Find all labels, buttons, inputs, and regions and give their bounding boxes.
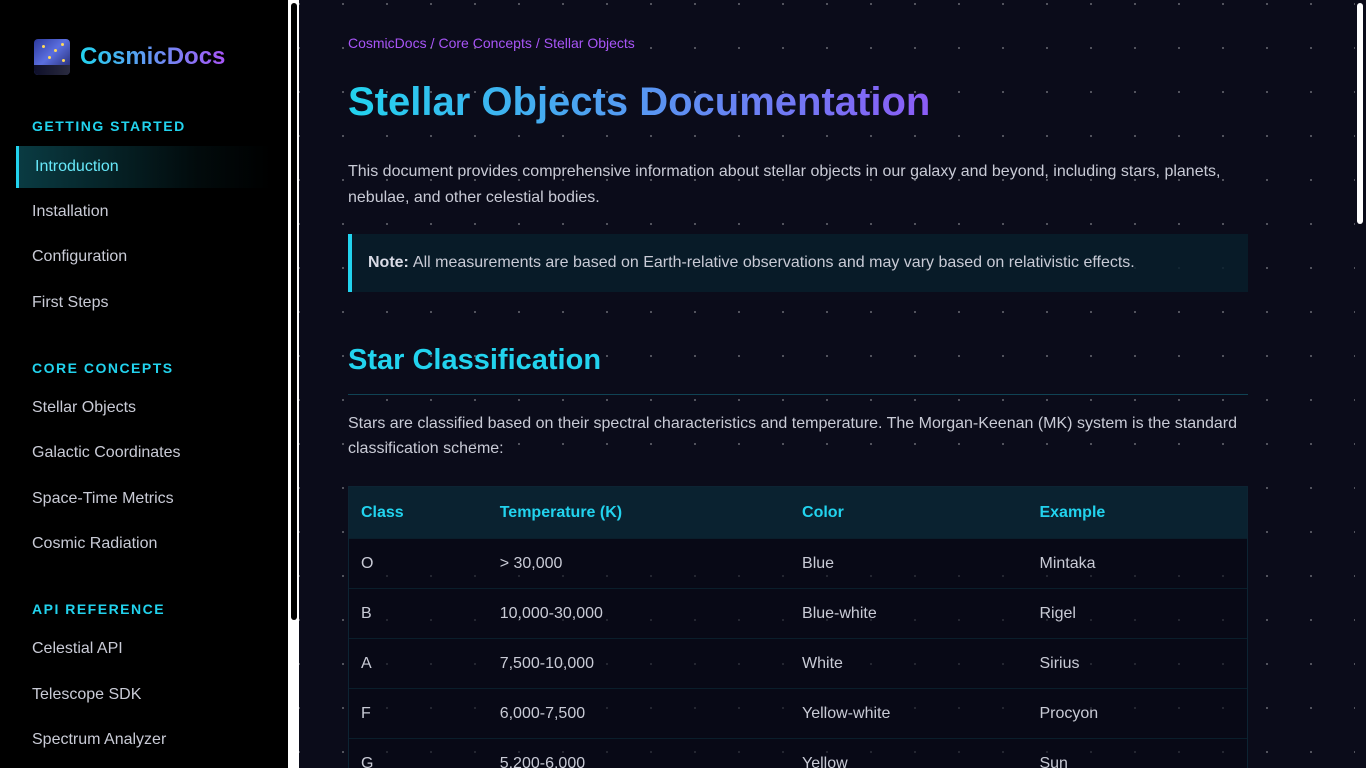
table-cell: B [361, 604, 372, 622]
note-label: Note: [368, 254, 409, 271]
sidebar-item-galactic-coordinates[interactable]: Galactic Coordinates [16, 432, 272, 474]
sidebar-section-getting-started: GETTING STARTED [32, 118, 186, 134]
table-cell: > 30,000 [499, 554, 563, 572]
table-cell: 6,000-7,500 [499, 704, 586, 722]
main-scrollbar-thumb[interactable] [1357, 3, 1363, 224]
table-cell: F [361, 704, 371, 722]
table-cell: 7,500-10,000 [499, 654, 595, 672]
table-cell: White [802, 654, 843, 672]
table-row: G 5,200-6,000 Yellow Sun [349, 738, 1247, 768]
table-header-cell: Color [802, 503, 844, 521]
table-cell: A [361, 654, 372, 672]
note-callout: Note: All measurements are based on Eart… [348, 234, 1248, 292]
brand-logo[interactable]: CosmicDocs [34, 39, 225, 75]
galaxy-logo-icon [34, 39, 70, 75]
breadcrumb: CosmicDocs / Core Concepts / Stellar Objects [348, 35, 635, 51]
star-classification-table: Class Temperature (K) Color Example O > … [348, 486, 1248, 768]
table-cell: 10,000-30,000 [499, 604, 603, 622]
sidebar-item-spectrum-analyzer[interactable]: Spectrum Analyzer [16, 719, 272, 761]
table-row: B 10,000-30,000 Blue-white Rigel [349, 588, 1247, 638]
sidebar-scrollbar-thumb[interactable] [291, 3, 297, 620]
table-cell: G [361, 754, 374, 768]
sidebar-item-telescope-sdk[interactable]: Telescope SDK [16, 674, 272, 716]
table-cell: Yellow-white [802, 704, 891, 722]
sidebar-item-configuration[interactable]: Configuration [16, 236, 272, 278]
table-cell: Sun [1039, 754, 1068, 768]
table-row: O > 30,000 Blue Mintaka [349, 538, 1247, 588]
intro-paragraph: This document provides comprehensive inf… [348, 163, 1221, 206]
table-cell: Sirius [1039, 654, 1080, 672]
table-cell: O [361, 554, 374, 572]
breadcrumb-item-cosmicdocs[interactable]: CosmicDocs [348, 35, 427, 51]
table-row: F 6,000-7,500 Yellow-white Procyon [349, 688, 1247, 738]
sidebar-item-cosmic-radiation[interactable]: Cosmic Radiation [16, 523, 272, 565]
breadcrumb-item-stellar-objects: Stellar Objects [543, 35, 635, 51]
table-cell: 5,200-6,000 [499, 754, 586, 768]
table-cell: Procyon [1039, 704, 1099, 722]
main-content: CosmicDocs / Core Concepts / Stellar Objects… [299, 0, 1355, 768]
sidebar-item-first-steps[interactable]: First Steps [16, 282, 272, 324]
table-header-row: Class Temperature (K) Color Example [349, 487, 1247, 538]
sidebar-item-stellar-objects[interactable]: Stellar Objects [16, 387, 272, 429]
sidebar: CosmicDocs GETTING STARTED Introduction … [0, 0, 288, 768]
table-header-cell: Class [361, 503, 404, 521]
sidebar-item-space-time-metrics[interactable]: Space-Time Metrics [16, 478, 272, 520]
page-title: Stellar Objects Documentation [348, 80, 931, 124]
table-cell: Rigel [1039, 604, 1076, 622]
table-row: A 7,500-10,000 White Sirius [349, 638, 1247, 688]
breadcrumb-item-core-concepts[interactable]: Core Concepts [438, 35, 531, 51]
table-header-cell: Example [1039, 503, 1106, 521]
brand-name: CosmicDocs [80, 43, 226, 70]
table-cell: Yellow [802, 754, 848, 768]
table-cell: Blue [802, 554, 835, 572]
table-cell: Blue-white [802, 604, 877, 622]
section-title-star-classification: Star Classification [348, 344, 1248, 395]
sidebar-item-installation[interactable]: Installation [16, 191, 272, 233]
note-text: All measurements are based on Earth-rela… [412, 254, 1135, 271]
table-cell: Mintaka [1039, 554, 1096, 572]
sidebar-section-core-concepts: CORE CONCEPTS [32, 360, 174, 376]
section-paragraph: Stars are classified based on their spec… [348, 415, 1238, 457]
sidebar-section-api-reference: API REFERENCE [32, 601, 166, 617]
sidebar-item-celestial-api[interactable]: Celestial API [16, 628, 272, 670]
sidebar-item-introduction[interactable]: Introduction [16, 146, 272, 188]
table-header-cell: Temperature (K) [499, 503, 623, 521]
